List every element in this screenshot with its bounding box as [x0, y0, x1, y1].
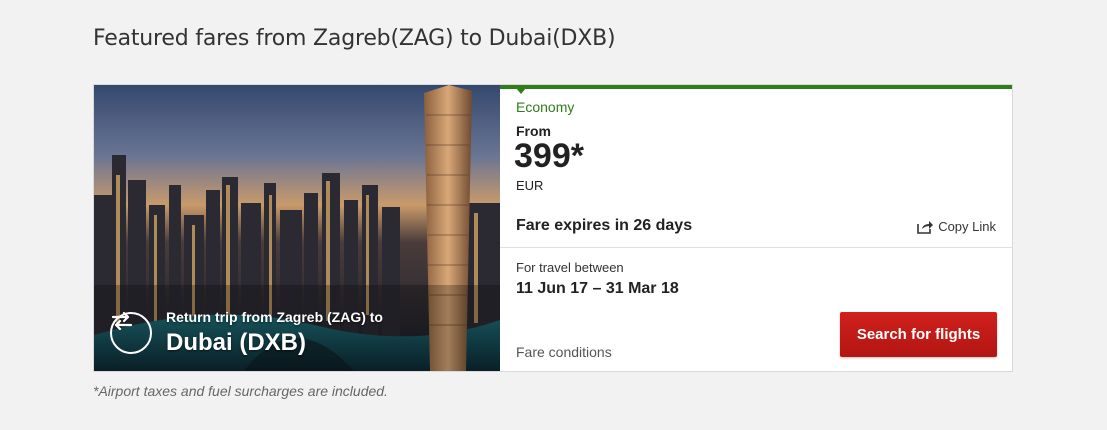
trip-summary: Return trip from Zagreb (ZAG) to Dubai (…: [110, 309, 383, 357]
copy-link-button[interactable]: Copy Link: [917, 219, 996, 234]
trip-label: Return trip from Zagreb (ZAG) to: [166, 309, 383, 325]
search-flights-button[interactable]: Search for flights: [840, 312, 997, 357]
tax-footnote: *Airport taxes and fuel surcharges are i…: [93, 383, 388, 399]
cabin-class: Economy: [516, 99, 575, 115]
fare-card: Return trip from Zagreb (ZAG) to Dubai (…: [93, 84, 1013, 372]
fare-price: 399*: [514, 137, 584, 175]
share-icon: [917, 220, 934, 234]
accent-notch: [516, 88, 526, 94]
travel-dates: 11 Jun 17 – 31 Mar 18: [516, 280, 679, 297]
divider: [500, 247, 1012, 248]
page-title: Featured fares from Zagreb(ZAG) to Dubai…: [93, 26, 616, 51]
travel-period-label: For travel between: [516, 260, 624, 275]
fare-details: Economy From 399* EUR Fare expires in 26…: [500, 85, 1012, 371]
destination-name: Dubai (DXB): [166, 329, 306, 356]
currency-label: EUR: [516, 178, 544, 193]
fare-conditions-link[interactable]: Fare conditions: [516, 344, 612, 360]
destination-photo: Return trip from Zagreb (ZAG) to Dubai (…: [94, 85, 500, 371]
copy-link-label: Copy Link: [938, 219, 996, 234]
fare-expiry: Fare expires in 26 days: [516, 217, 693, 234]
swap-arrows-icon: [110, 311, 152, 354]
